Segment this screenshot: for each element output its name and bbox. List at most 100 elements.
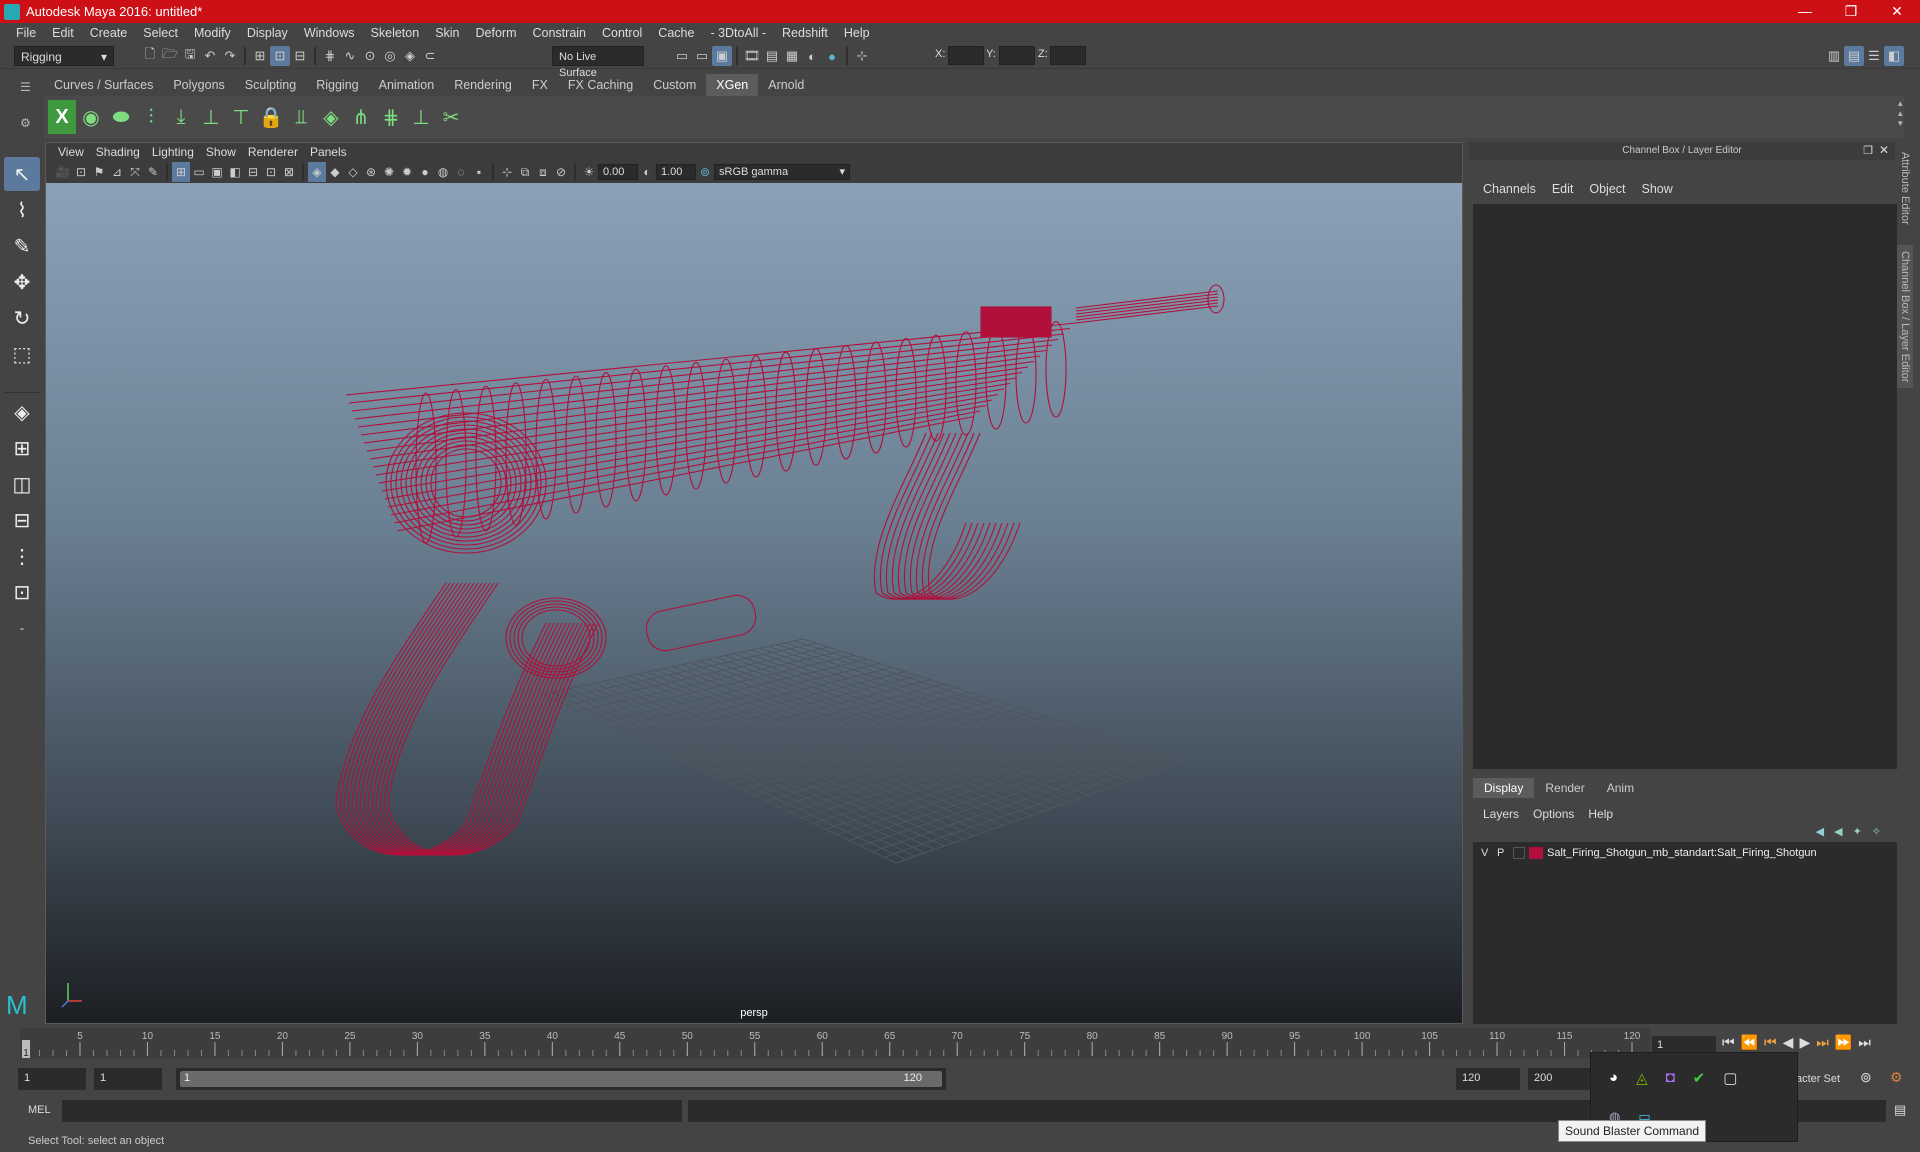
output-ops-icon[interactable]: ▭ (692, 46, 712, 66)
menu-3dtoall[interactable]: - 3DtoAll - (702, 26, 774, 40)
viewport-menu-renderer[interactable]: Renderer (242, 143, 304, 161)
viewport-menu-show[interactable]: Show (200, 143, 242, 161)
x-field[interactable] (948, 46, 984, 65)
step-back-key-icon[interactable]: ⏮ (1764, 1034, 1777, 1051)
shelf-tab-xgen[interactable]: XGen (706, 74, 759, 96)
viewport-menu-panels[interactable]: Panels (304, 143, 353, 161)
live-surface-field[interactable]: No Live Surface (552, 46, 644, 79)
auto-key-icon[interactable]: ⊚ (1860, 1069, 1872, 1086)
layer-color-swatch[interactable] (1529, 847, 1543, 859)
viewport-menu-view[interactable]: View (52, 143, 90, 161)
viewport-canvas[interactable]: persp (46, 183, 1462, 1023)
channels-menu[interactable]: Channels (1483, 182, 1536, 196)
shelf-menu-icon[interactable]: ☰ (20, 80, 31, 94)
select-object-icon[interactable]: ⊡ (270, 46, 290, 66)
depth-of-field-icon[interactable]: ▪ (470, 162, 488, 182)
layer-tab-anim[interactable]: Anim (1596, 778, 1645, 798)
shelf-tab-arnold[interactable]: Arnold (758, 74, 814, 96)
range-slider-handle[interactable]: 1 120 (180, 1071, 942, 1087)
snap-view-icon[interactable]: ◎ (380, 46, 400, 66)
go-to-end-icon[interactable]: ⏭ (1858, 1034, 1871, 1051)
menu-create[interactable]: Create (82, 26, 136, 40)
xray-joints-icon[interactable]: ⧉ (516, 162, 534, 182)
persp-graph-layout-icon[interactable]: ⊟ (4, 503, 40, 537)
exposure-field[interactable]: 0.00 (598, 164, 638, 180)
smooth-shade-icon[interactable]: ◆ (326, 162, 344, 182)
redo-icon[interactable]: ↷ (220, 46, 240, 66)
antialiasing-icon[interactable]: ◌ (452, 162, 470, 182)
input-ops-icon[interactable]: ▭ (672, 46, 692, 66)
xgen-add-guide-icon[interactable]: ⊥ (196, 100, 226, 134)
edit-menu[interactable]: Edit (1552, 182, 1574, 196)
color-management-icon[interactable]: ⊚ (696, 162, 714, 182)
xgen-groom-icon[interactable]: ⋔ (346, 100, 376, 134)
menu-display[interactable]: Display (239, 26, 296, 40)
viewport-menu-shading[interactable]: Shading (90, 143, 146, 161)
z-field[interactable] (1050, 46, 1086, 65)
layer-tab-display[interactable]: Display (1473, 778, 1535, 798)
xgen-place-icon[interactable]: ⤓ (166, 100, 196, 134)
attribute-editor-tab[interactable]: Attribute Editor (1897, 146, 1913, 231)
close-button[interactable]: ✕ (1874, 0, 1920, 23)
shelf-tab-fx-caching[interactable]: FX Caching (558, 74, 643, 96)
scale-tool-icon[interactable]: ⬚ (4, 337, 40, 371)
xray-icon[interactable]: ● (416, 162, 434, 182)
render-settings-icon[interactable]: ◐ (802, 46, 822, 66)
rotate-tool-icon[interactable]: ↻ (4, 301, 40, 335)
xgen-comb-icon[interactable]: ⋕ (376, 100, 406, 134)
backface-icon[interactable]: ⊘ (552, 162, 570, 182)
gate-mask-icon[interactable]: ◧ (226, 162, 244, 182)
layer-playback-toggle[interactable]: P (1497, 847, 1509, 859)
camera-icon[interactable]: 🎥 (54, 162, 72, 182)
playback-end-field[interactable]: 120 (1456, 1068, 1520, 1090)
custom-layout-icon[interactable]: ⊡ (4, 575, 40, 609)
resolution-gate-icon[interactable]: ▣ (208, 162, 226, 182)
undo-icon[interactable]: ↶ (200, 46, 220, 66)
new-layer-selected-icon[interactable]: ✧ (1872, 825, 1881, 838)
object-menu[interactable]: Object (1589, 182, 1625, 196)
layers-menu[interactable]: Layers (1483, 807, 1519, 821)
grease-pencil-icon[interactable]: ✎ (144, 162, 162, 182)
options-menu[interactable]: Options (1533, 807, 1574, 821)
layer-tab-render[interactable]: Render (1534, 778, 1595, 798)
y-field[interactable] (999, 46, 1035, 65)
viewport-menu-lighting[interactable]: Lighting (146, 143, 200, 161)
safe-title-icon[interactable]: ⊠ (280, 162, 298, 182)
layer-help-menu[interactable]: Help (1588, 807, 1613, 821)
render-frame-icon[interactable]: ▤ (762, 46, 782, 66)
field-chart-icon[interactable]: ⊟ (244, 162, 262, 182)
shelf-scroll-arrows-icon[interactable]: ▴ ▴ ▾ (1898, 98, 1903, 128)
paint-select-tool-icon[interactable]: ✎ (4, 229, 40, 263)
window-tray-icon[interactable]: ▢ (1723, 1069, 1737, 1087)
ipr-render-icon[interactable]: ▦ (782, 46, 802, 66)
lasso-tool-icon[interactable]: ⌇ (4, 193, 40, 227)
select-component-icon[interactable]: ⊟ (290, 46, 310, 66)
magnet-icon[interactable]: ⊂ (420, 46, 440, 66)
step-forward-key-icon[interactable]: ⏭ (1816, 1034, 1829, 1051)
xray-active-icon[interactable]: ⧈ (534, 162, 552, 182)
gamma-field[interactable]: 1.00 (656, 164, 696, 180)
shadows-icon[interactable]: ✹ (398, 162, 416, 182)
wireframe-icon[interactable]: ◈ (308, 162, 326, 182)
command-input[interactable] (62, 1100, 682, 1122)
camera-attributes-icon[interactable]: ⊡ (72, 162, 90, 182)
2d-pan-zoom-icon[interactable]: ⤧ (126, 162, 144, 182)
xgen-scissor-icon[interactable]: ✂ (436, 100, 466, 134)
colorspace-dropdown[interactable]: sRGB gamma ▾ (714, 164, 850, 180)
transform-constraint-icon[interactable]: ⊹ (852, 46, 872, 66)
snap-point-icon[interactable]: ⊙ (360, 46, 380, 66)
range-slider[interactable]: 1 120 (176, 1068, 946, 1090)
menu-constrain[interactable]: Constrain (525, 26, 595, 40)
shelf-tab-animation[interactable]: Animation (369, 74, 445, 96)
grid-toggle-icon[interactable]: ⊞ (172, 162, 190, 182)
construction-history-icon[interactable]: ▣ (712, 46, 732, 66)
playback-start-field[interactable]: 1 (94, 1068, 162, 1090)
hypershade-icon[interactable]: ● (822, 46, 842, 66)
safe-action-icon[interactable]: ⊡ (262, 162, 280, 182)
show-menu[interactable]: Show (1642, 182, 1673, 196)
snap-curve-icon[interactable]: ∿ (340, 46, 360, 66)
step-back-frame-icon[interactable]: ⏪ (1741, 1034, 1758, 1051)
menu-modify[interactable]: Modify (186, 26, 239, 40)
tool-settings-toggle-icon[interactable]: ☰ (1864, 46, 1884, 66)
xgen-editor-icon[interactable]: X (48, 100, 76, 134)
